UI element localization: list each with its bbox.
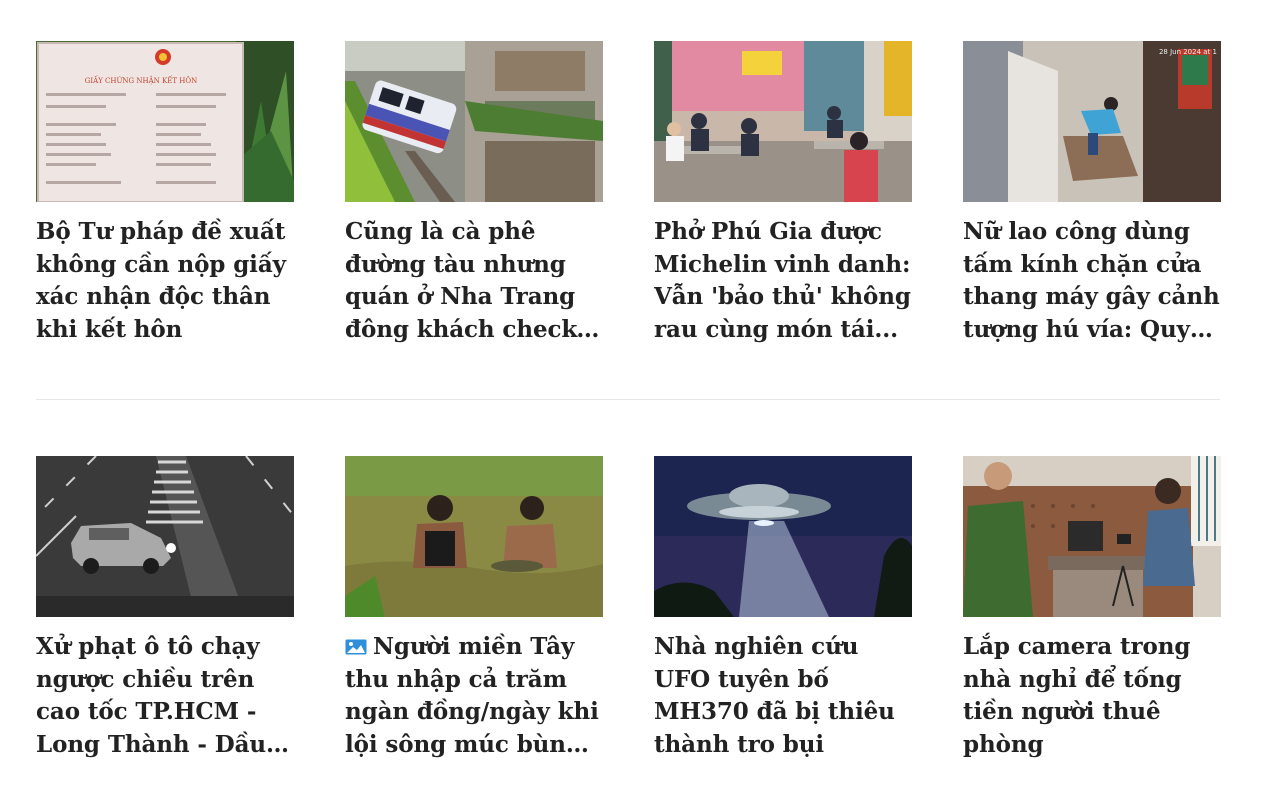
article-thumbnail[interactable] [36, 456, 294, 617]
article-thumbnail[interactable]: 28 Jun 2024 at 1 [963, 41, 1221, 202]
row-divider [36, 399, 1220, 400]
article-headline[interactable]: Lắp camera trong nhà nghỉ để tống tiền n… [963, 631, 1221, 761]
article-headline[interactable]: Người miền Tây thu nhập cả trăm ngàn đồn… [345, 631, 603, 761]
article-card-railway-cafe[interactable]: Cũng là cà phê đường tàu nhưng quán ở Nh… [345, 41, 603, 346]
article-headline[interactable]: Nữ lao công dùng tấm kính chặn cửa thang… [963, 216, 1221, 346]
article-thumbnail[interactable] [345, 41, 603, 202]
article-headline[interactable]: Cũng là cà phê đường tàu nhưng quán ở Nh… [345, 216, 603, 346]
article-headline[interactable]: Xử phạt ô tô chạy ngược chiều trên cao t… [36, 631, 294, 761]
article-card-ufo-mh370[interactable]: Nhà nghiên cứu UFO tuyên bố MH370 đã bị … [654, 456, 912, 761]
news-grid-page: GIẤY CHỨNG NHẬN KẾT HÔN Bộ Tư pháp đề xu… [0, 0, 1280, 787]
article-thumbnail[interactable] [654, 41, 912, 202]
article-card-elevator-cleaner[interactable]: 28 Jun 2024 at 1 Nữ lao công dùng tấm kí… [963, 41, 1221, 346]
article-headline[interactable]: Bộ Tư pháp đề xuất không cần nộp giấy xá… [36, 216, 294, 346]
article-card-hotel-camera[interactable]: Lắp camera trong nhà nghỉ để tống tiền n… [963, 456, 1221, 761]
camera-timestamp-text: 28 Jun 2024 at 1 [1159, 48, 1217, 56]
article-card-marriage-certificate[interactable]: GIẤY CHỨNG NHẬN KẾT HÔN Bộ Tư pháp đề xu… [36, 41, 294, 346]
article-thumbnail[interactable] [345, 456, 603, 617]
article-headline-text: Người miền Tây thu nhập cả trăm ngàn đồn… [345, 633, 599, 758]
article-thumbnail[interactable] [963, 456, 1221, 617]
photo-gallery-icon [345, 632, 367, 655]
article-headline[interactable]: Phở Phú Gia được Michelin vinh danh: Vẫn… [654, 216, 912, 346]
article-card-wrong-way-car[interactable]: Xử phạt ô tô chạy ngược chiều trên cao t… [36, 456, 294, 761]
article-headline[interactable]: Nhà nghiên cứu UFO tuyên bố MH370 đã bị … [654, 631, 912, 761]
article-card-river-mud[interactable]: Người miền Tây thu nhập cả trăm ngàn đồn… [345, 456, 603, 761]
article-card-pho-phu-gia[interactable]: Phở Phú Gia được Michelin vinh danh: Vẫn… [654, 41, 912, 346]
article-thumbnail[interactable]: GIẤY CHỨNG NHẬN KẾT HÔN [36, 41, 294, 202]
certificate-title-text: GIẤY CHỨNG NHẬN KẾT HÔN [85, 75, 197, 85]
article-thumbnail[interactable] [654, 456, 912, 617]
